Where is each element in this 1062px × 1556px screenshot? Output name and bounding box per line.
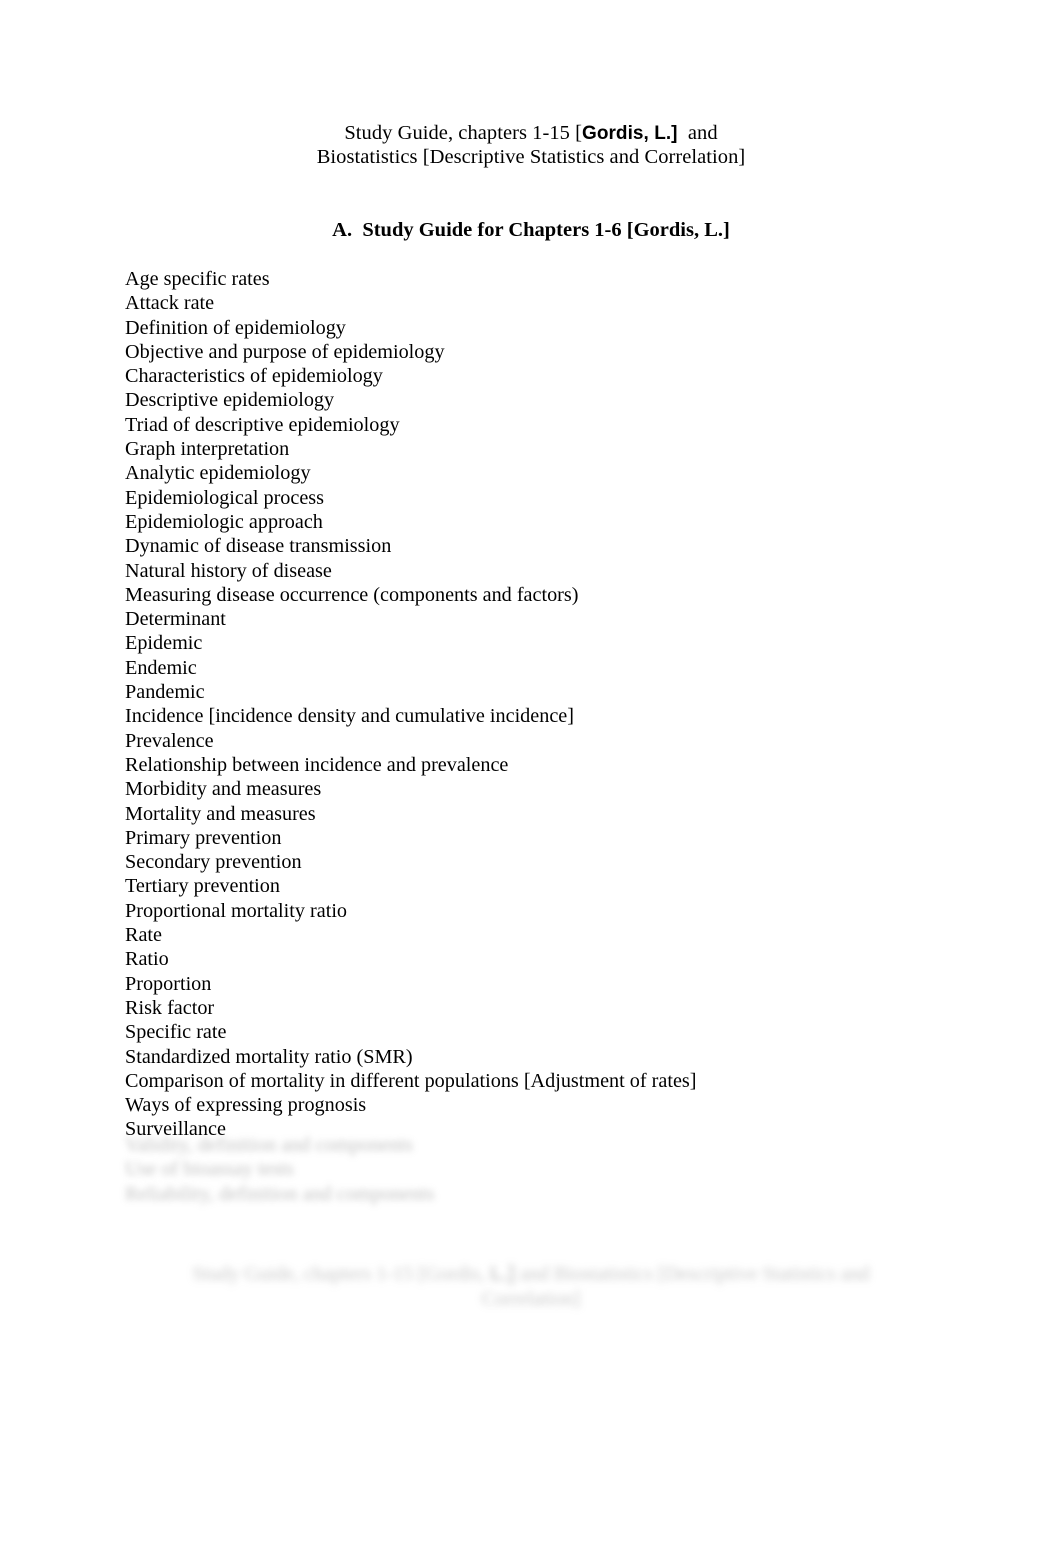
- list-item: Epidemiologic approach: [125, 510, 323, 533]
- list-item: Objective and purpose of epidemiology: [125, 340, 445, 363]
- list-item: Endemic: [125, 656, 197, 679]
- title-author-bold: Gordis, L.]: [582, 123, 678, 144]
- list-item: Ratio: [125, 948, 169, 971]
- study-terms-list: Age specific rates Attack rate Definitio…: [125, 267, 985, 1142]
- document-title: Study Guide, chapters 1-15 [Gordis, L.] …: [0, 122, 1062, 169]
- list-item: Proportion: [125, 972, 212, 995]
- document-page: Study Guide, chapters 1-15 [Gordis, L.] …: [0, 0, 1062, 1556]
- list-item: Age specific rates: [125, 268, 270, 290]
- list-item: Epidemiological process: [125, 486, 325, 509]
- redacted-line: Validity, definition and components: [125, 1134, 413, 1156]
- list-item: Analytic epidemiology: [125, 462, 311, 485]
- list-item: Attack rate: [125, 292, 215, 315]
- list-item: Ways of expressing prognosis: [125, 1094, 367, 1117]
- redacted-line: Use of bioassay tests: [125, 1158, 294, 1181]
- list-item: Rate: [125, 924, 162, 947]
- list-item: Secondary prevention: [125, 851, 302, 874]
- list-item: Characteristics of epidemiology: [125, 365, 383, 388]
- footer-ghost-line-2: Correlation]: [481, 1288, 581, 1310]
- list-item: Comparison of mortality in different pop…: [125, 1069, 697, 1092]
- list-item: Definition of epidemiology: [125, 316, 346, 339]
- title-prefix: Study Guide, chapters 1-15 [: [344, 122, 582, 144]
- list-item: Determinant: [125, 608, 226, 631]
- list-item: Mortality and measures: [125, 802, 316, 825]
- title-line-2: Biostatistics [Descriptive Statistics an…: [316, 145, 746, 168]
- redacted-line: Reliability, definition and components: [125, 1182, 435, 1205]
- section-heading-a: A. Study Guide for Chapters 1-6 [Gordis,…: [332, 219, 730, 241]
- list-item: Incidence [incidence density and cumulat…: [125, 705, 574, 728]
- footer-ghost-prefix: Study Guide, chapters 1-15 [Gordis,: [192, 1263, 491, 1285]
- list-item: Risk factor: [125, 996, 215, 1019]
- title-line-1: Study Guide, chapters 1-15 [Gordis, L.] …: [0, 122, 1062, 146]
- list-item: Specific rate: [125, 1021, 227, 1044]
- list-item: Tertiary prevention: [125, 875, 280, 898]
- list-item: Descriptive epidemiology: [125, 389, 335, 412]
- list-item: Prevalence: [125, 729, 214, 752]
- list-item: Graph interpretation: [125, 438, 290, 461]
- footer-ghost-title: Study Guide, chapters 1-15 [Gordis, L.] …: [0, 1262, 1062, 1312]
- list-item: Epidemic: [125, 632, 203, 655]
- list-item: Relationship between incidence and preva…: [125, 753, 509, 776]
- list-item: Morbidity and measures: [125, 778, 322, 801]
- list-item: Measuring disease occurrence (components…: [125, 583, 579, 606]
- footer-ghost-inner: Study Guide, chapters 1-15 [Gordis, L.] …: [171, 1262, 891, 1312]
- list-item: Pandemic: [125, 681, 205, 704]
- title-suffix: and: [677, 122, 718, 144]
- list-item: Natural history of disease: [125, 559, 332, 582]
- footer-ghost-suffix: and Biostatistics [Descriptive Statistic…: [514, 1263, 870, 1285]
- list-item: Proportional mortality ratio: [125, 899, 348, 922]
- list-item: Triad of descriptive epidemiology: [125, 413, 400, 436]
- list-item: Primary prevention: [125, 826, 282, 849]
- list-item: Standardized mortality ratio (SMR): [125, 1045, 413, 1068]
- redacted-text-block: Validity, definition and components Use …: [125, 1133, 985, 1206]
- list-item: Dynamic of disease transmission: [125, 535, 392, 558]
- footer-ghost-bold: L.]: [490, 1263, 515, 1285]
